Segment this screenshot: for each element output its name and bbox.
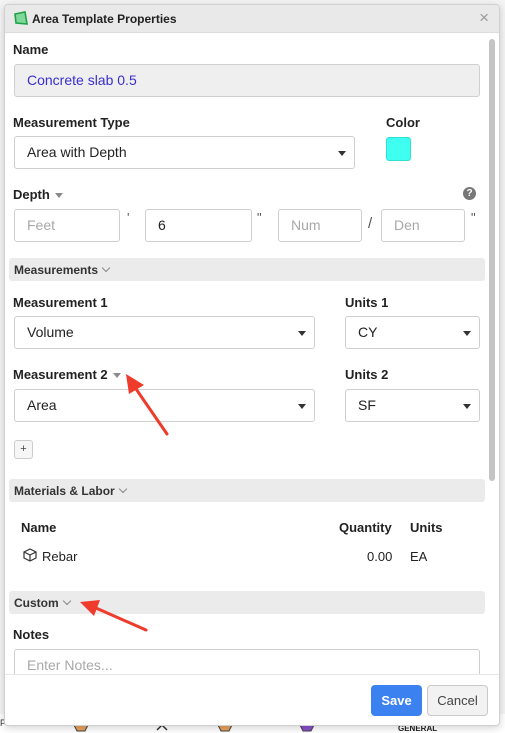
fraction-slash: / [368, 215, 373, 232]
column-header-name[interactable]: Name [21, 520, 56, 535]
area-polygon-icon [14, 11, 28, 25]
caret-down-icon [54, 193, 63, 199]
dialog-titlebar[interactable]: Area Template Properties × [5, 5, 499, 33]
measurement-2-label-text: Measurement 2 [13, 367, 108, 382]
materials-section-header[interactable]: Materials & Labor [9, 479, 485, 502]
units-1-select[interactable]: CY [345, 316, 480, 349]
chevron-down-icon [298, 331, 306, 336]
color-swatch[interactable] [386, 137, 411, 161]
close-icon[interactable]: × [479, 8, 489, 28]
units-2-label: Units 2 [345, 367, 389, 382]
units-2-value: SF [358, 397, 376, 413]
chevron-down-icon [298, 404, 306, 409]
help-icon[interactable]: ? [463, 187, 476, 200]
measurement-1-select[interactable]: Volume [14, 316, 315, 349]
chevron-down-icon [463, 404, 471, 409]
feet-mark: ' [127, 210, 130, 225]
annotation-arrow-icon [80, 600, 148, 632]
chevron-down-icon [101, 263, 111, 273]
material-units: EA [410, 549, 428, 564]
measurements-section-header[interactable]: Measurements [9, 258, 485, 281]
add-measurement-button[interactable]: + [14, 440, 33, 459]
dialog-title: Area Template Properties [32, 12, 177, 26]
depth-feet-input[interactable]: Feet [14, 209, 120, 242]
cancel-button[interactable]: Cancel [427, 685, 488, 716]
material-name: Rebar [42, 549, 78, 564]
units-2-select[interactable]: SF [345, 389, 480, 422]
measurements-section-title: Measurements [14, 263, 99, 277]
materials-section-title: Materials & Labor [14, 484, 115, 498]
measurement-type-select[interactable]: Area with Depth [14, 136, 355, 169]
color-label: Color [386, 115, 420, 130]
depth-numerator-input[interactable]: Num [278, 209, 362, 242]
column-header-quantity[interactable]: Quantity [339, 520, 392, 535]
chevron-down-icon [463, 331, 471, 336]
measurement-2-label[interactable]: Measurement 2 [13, 367, 121, 382]
depth-label-text: Depth [13, 187, 50, 202]
measurement-1-label: Measurement 1 [13, 295, 108, 310]
units-1-value: CY [358, 324, 378, 340]
material-quantity: 0.00 [367, 549, 393, 564]
cube-icon [23, 548, 37, 562]
measurement-2-value: Area [27, 397, 57, 413]
save-button[interactable]: Save [371, 685, 422, 716]
chevron-down-icon [62, 596, 71, 606]
name-label: Name [13, 42, 49, 57]
depth-label[interactable]: Depth [13, 187, 63, 202]
dialog-footer [5, 674, 499, 725]
notes-label: Notes [13, 627, 50, 642]
column-header-units[interactable]: Units [410, 520, 443, 535]
depth-inches-input[interactable]: 6 [145, 209, 252, 242]
inches-mark: " [257, 210, 262, 225]
measurement-type-value: Area with Depth [27, 144, 127, 160]
chevron-down-icon [338, 151, 346, 156]
measurement-1-value: Volume [27, 324, 74, 340]
scrollbar-thumb[interactable] [489, 39, 495, 481]
measurement-type-label: Measurement Type [13, 115, 130, 130]
depth-denominator-input[interactable]: Den [381, 209, 465, 242]
name-field[interactable]: Concrete slab 0.5 [14, 64, 480, 97]
annotation-arrow-icon [126, 374, 169, 436]
chevron-down-icon [118, 484, 127, 494]
units-1-label: Units 1 [345, 295, 389, 310]
custom-section-title: Custom [14, 596, 59, 610]
fraction-inches-mark: " [471, 210, 476, 225]
